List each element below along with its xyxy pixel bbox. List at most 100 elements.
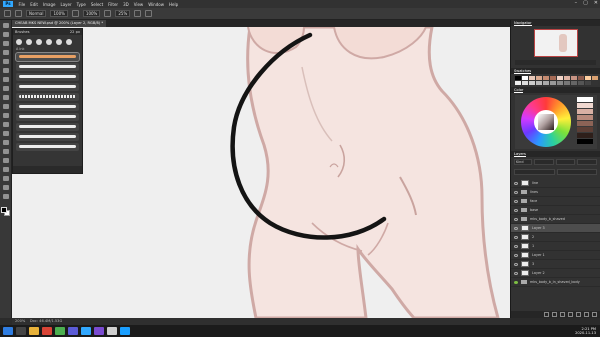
swatch[interactable]: [515, 81, 521, 85]
history-brush-tool-icon[interactable]: [2, 104, 9, 109]
hand-tool-icon[interactable]: [2, 185, 9, 190]
gear-icon[interactable]: [134, 10, 142, 17]
visibility-eye-icon[interactable]: [514, 271, 518, 275]
brush-stroke-preview[interactable]: [16, 63, 79, 71]
clone-stamp-tool-icon[interactable]: [2, 95, 9, 100]
swatch[interactable]: [578, 76, 584, 80]
brush-stroke-preview[interactable]: [15, 52, 80, 62]
brush-stroke-preview[interactable]: [16, 123, 79, 131]
layer-filter-icon[interactable]: [555, 159, 576, 165]
pressure-opacity-icon[interactable]: [71, 10, 79, 17]
swatch[interactable]: [592, 76, 598, 80]
visibility-eye-icon[interactable]: [514, 208, 518, 212]
type-tool-icon[interactable]: [2, 158, 9, 163]
layers-tab[interactable]: Layers: [514, 151, 526, 157]
swatch[interactable]: [536, 76, 542, 80]
layer-filter-icon[interactable]: [577, 159, 598, 165]
quick-select-tool-icon[interactable]: [2, 50, 9, 55]
browser-icon[interactable]: [42, 327, 52, 335]
add-mask-icon[interactable]: [560, 312, 565, 317]
layer-opacity-field[interactable]: [556, 169, 597, 175]
chrome-icon[interactable]: [55, 327, 65, 335]
link-layers-icon[interactable]: [544, 312, 549, 317]
menu-edit[interactable]: Edit: [28, 2, 41, 7]
layer-group-row[interactable]: face: [511, 197, 600, 206]
app-icon[interactable]: [94, 327, 104, 335]
new-group-icon[interactable]: [576, 312, 581, 317]
menu-view[interactable]: View: [131, 2, 146, 7]
shade-swatch[interactable]: [577, 133, 593, 138]
layer-row[interactable]: 3: [511, 260, 600, 269]
visibility-eye-icon[interactable]: [514, 181, 518, 185]
blend-mode-select[interactable]: [514, 169, 555, 175]
brush-tool-preset-icon[interactable]: [4, 10, 11, 17]
layer-row[interactable]: Layer 1: [511, 251, 600, 260]
airbrush-icon[interactable]: [104, 10, 112, 17]
brush-preset-dot[interactable]: [16, 39, 22, 45]
brush-stroke-preview[interactable]: [16, 133, 79, 141]
search-icon[interactable]: [16, 327, 26, 335]
shade-swatch[interactable]: [577, 121, 593, 126]
path-select-tool-icon[interactable]: [2, 167, 9, 172]
pen-tool-icon[interactable]: [2, 149, 9, 154]
visibility-eye-icon[interactable]: [514, 226, 518, 230]
visibility-eye-icon[interactable]: [514, 262, 518, 266]
swatch[interactable]: [515, 76, 521, 80]
swatch[interactable]: [571, 76, 577, 80]
app-icon[interactable]: [107, 327, 117, 335]
zoom-tool-icon[interactable]: [2, 194, 9, 199]
brush-preset-dot[interactable]: [36, 39, 42, 45]
close-button[interactable]: ✕: [594, 0, 598, 6]
menu-filter[interactable]: Filter: [106, 2, 121, 7]
pressure-size-icon[interactable]: [145, 10, 153, 17]
crop-tool-icon[interactable]: [2, 59, 9, 64]
visibility-eye-icon[interactable]: [514, 199, 518, 203]
swatch[interactable]: [550, 81, 556, 85]
saturation-brightness-square[interactable]: [538, 114, 554, 130]
visibility-eye-icon[interactable]: [514, 217, 518, 221]
app-icon[interactable]: [68, 327, 78, 335]
shade-swatch[interactable]: [577, 103, 593, 108]
swatch[interactable]: [585, 81, 591, 85]
eraser-tool-icon[interactable]: [2, 113, 9, 118]
color-swatches[interactable]: [1, 207, 10, 216]
swatch[interactable]: [585, 76, 591, 80]
layer-group-row[interactable]: mks_body_b_shaved: [511, 215, 600, 224]
trash-icon[interactable]: [592, 312, 597, 317]
brush-settings-icon[interactable]: [15, 10, 22, 17]
brush-stroke-preview[interactable]: [16, 93, 79, 101]
swatch[interactable]: [557, 81, 563, 85]
visibility-eye-icon[interactable]: [514, 253, 518, 257]
swatch[interactable]: [536, 81, 542, 85]
layer-row[interactable]: line: [511, 179, 600, 188]
swatch[interactable]: [578, 81, 584, 85]
menu-select[interactable]: Select: [88, 2, 105, 7]
color-tab[interactable]: Color: [514, 87, 524, 93]
brush-tool-icon[interactable]: [2, 86, 9, 91]
layer-row[interactable]: 1: [511, 242, 600, 251]
menu-3d[interactable]: 3D: [121, 2, 132, 7]
menu-help[interactable]: Help: [166, 2, 180, 7]
swatch[interactable]: [571, 81, 577, 85]
swatch[interactable]: [592, 81, 598, 85]
brush-stroke-preview[interactable]: [16, 103, 79, 111]
brush-group-label[interactable]: A Ink: [13, 47, 82, 51]
menu-window[interactable]: Window: [146, 2, 167, 7]
canvas-area[interactable]: [12, 27, 510, 318]
smoothing-field[interactable]: 25%: [115, 10, 131, 17]
eyedropper-tool-icon[interactable]: [2, 68, 9, 73]
brush-preset-dot[interactable]: [66, 39, 72, 45]
file-explorer-icon[interactable]: [29, 327, 39, 335]
visibility-eye-icon[interactable]: [514, 190, 518, 194]
start-button-icon[interactable]: [3, 327, 13, 335]
marquee-tool-icon[interactable]: [2, 32, 9, 37]
swatch[interactable]: [543, 76, 549, 80]
swatch[interactable]: [557, 76, 563, 80]
brush-stroke-preview[interactable]: [16, 113, 79, 121]
shade-swatch[interactable]: [577, 109, 593, 114]
maximize-button[interactable]: ▢: [583, 0, 588, 6]
move-tool-icon[interactable]: [2, 23, 9, 28]
healing-tool-icon[interactable]: [2, 77, 9, 82]
adjustment-layer-icon[interactable]: [568, 312, 573, 317]
system-clock[interactable]: 2:21 PM 2020-11-13: [575, 325, 596, 337]
